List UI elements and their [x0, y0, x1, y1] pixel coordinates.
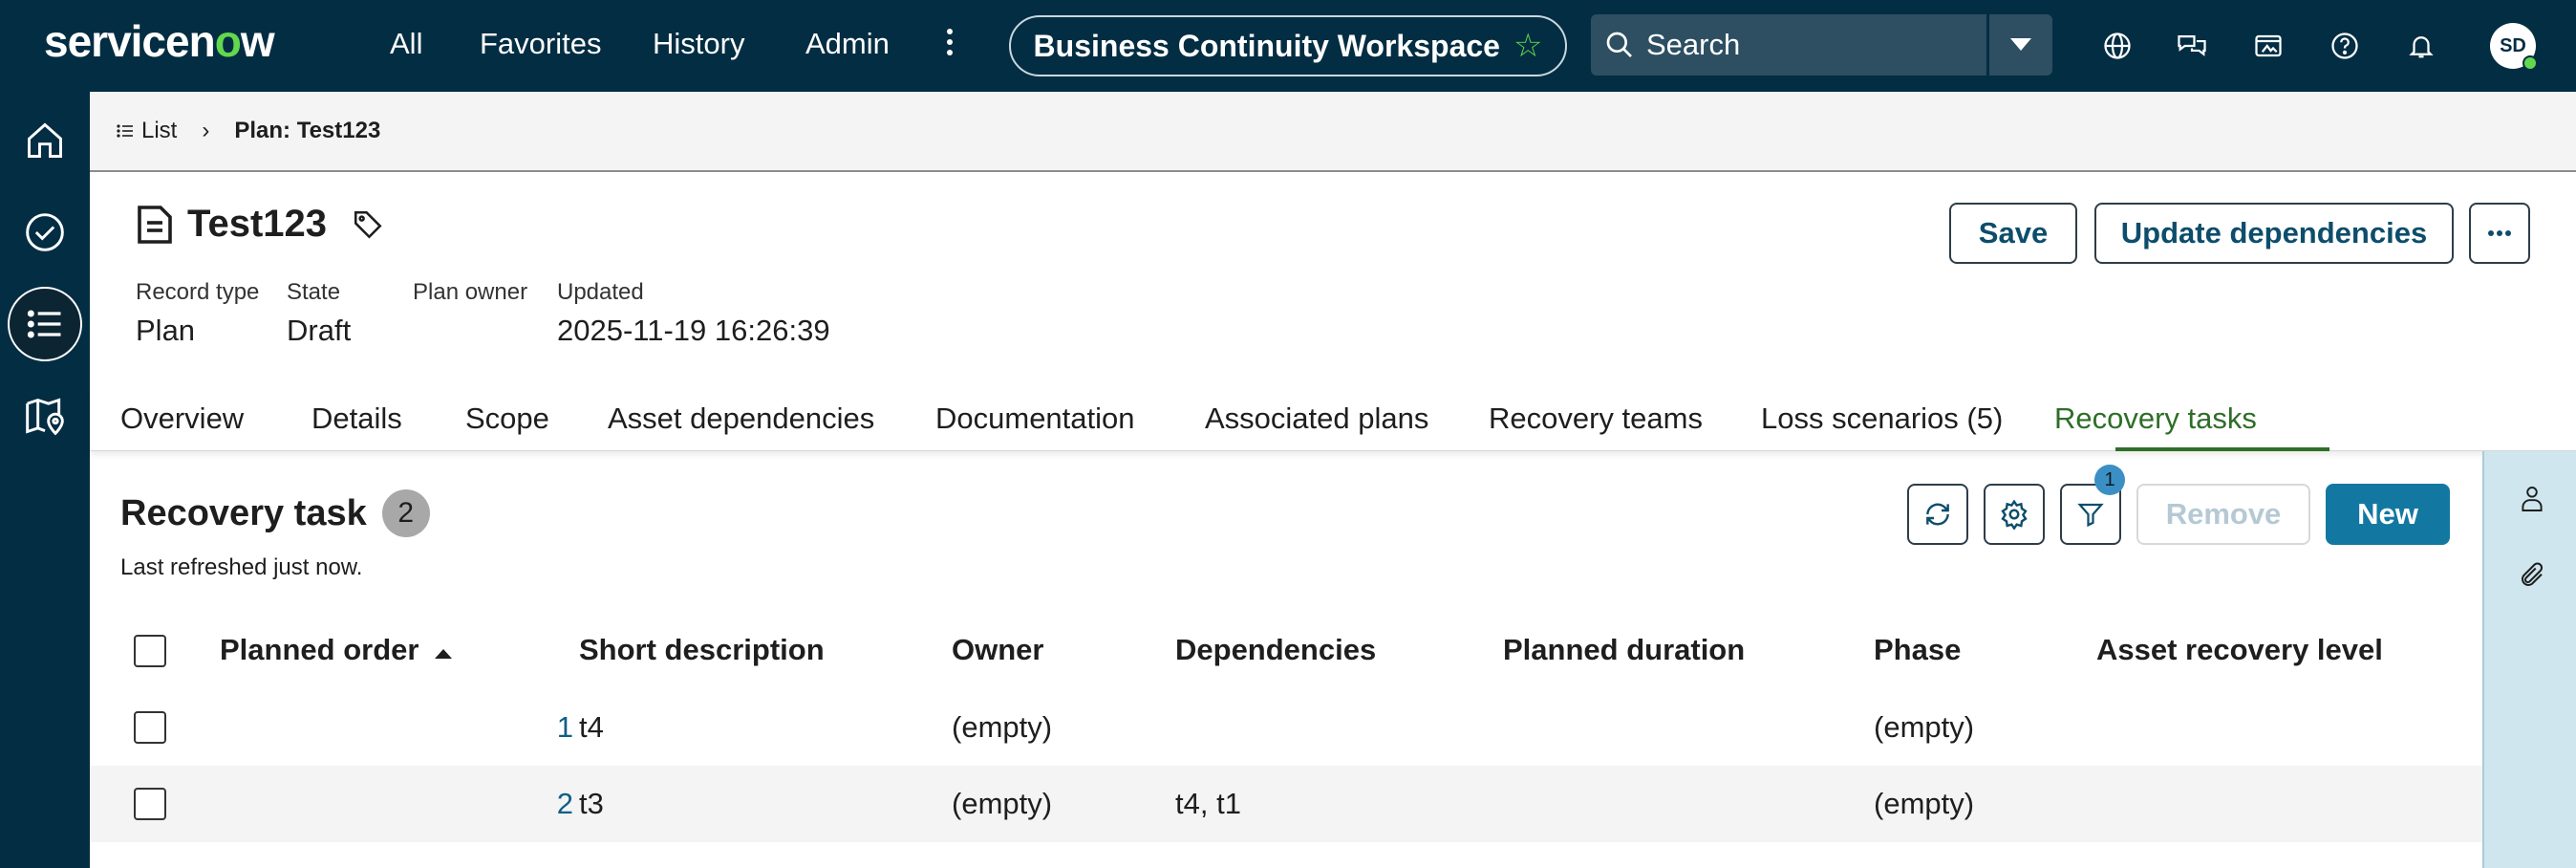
record-count-badge: 2: [381, 489, 430, 537]
paperclip-icon[interactable]: [2515, 558, 2549, 593]
caret-down-icon: [2010, 38, 2031, 51]
tab-recovery-tasks[interactable]: Recovery tasks: [2054, 401, 2257, 436]
left-navigation-rail: [0, 92, 90, 868]
column-header-planned-duration[interactable]: Planned duration: [1503, 633, 1745, 667]
list-icon: [117, 124, 133, 138]
top-navigation-bar: servicenow All Favorites History Admin B…: [0, 0, 2576, 92]
help-icon[interactable]: [2328, 29, 2362, 63]
column-header-asset-recovery-level[interactable]: Asset recovery level: [2096, 633, 2383, 667]
globe-icon[interactable]: [2100, 29, 2135, 63]
short-description-cell: t3: [579, 787, 604, 820]
phase-cell: (empty): [1874, 710, 1975, 744]
more-actions-button[interactable]: [2469, 203, 2530, 264]
avatar-initials: SD: [2500, 34, 2526, 56]
field-label-plan-owner: Plan owner: [413, 279, 528, 305]
new-button[interactable]: New: [2326, 484, 2450, 545]
nav-favorites[interactable]: Favorites: [480, 27, 601, 61]
field-label-record-type: Record type: [136, 279, 260, 305]
document-icon: [138, 205, 172, 244]
nav-admin[interactable]: Admin: [805, 27, 890, 61]
refresh-icon: [1926, 503, 1949, 526]
related-list-header: Recovery task 2: [120, 489, 430, 537]
tab-asset-dependencies[interactable]: Asset dependencies: [608, 401, 874, 436]
tab-loss-scenarios[interactable]: Loss scenarios (5): [1761, 401, 2003, 436]
planned-order-link[interactable]: 1: [462, 710, 573, 745]
column-header-owner[interactable]: Owner: [952, 633, 1043, 667]
tab-documentation[interactable]: Documentation: [935, 401, 1135, 436]
tab-associated-plans[interactable]: Associated plans: [1205, 401, 1428, 436]
field-value-updated: 2025-11-19 16:26:39: [557, 314, 830, 347]
record-title-row: Test123: [136, 203, 384, 246]
global-search: [1591, 14, 1986, 76]
search-input[interactable]: [1646, 28, 1962, 62]
home-icon[interactable]: [8, 103, 82, 178]
refresh-button[interactable]: [1907, 484, 1968, 545]
media-icon[interactable]: [2251, 29, 2286, 63]
save-button[interactable]: Save: [1949, 203, 2077, 264]
tag-icon[interactable]: [352, 208, 384, 241]
last-refreshed-text: Last refreshed just now.: [120, 554, 363, 580]
user-avatar[interactable]: SD: [2490, 23, 2538, 71]
tab-recovery-teams[interactable]: Recovery teams: [1489, 401, 1703, 436]
presence-dot: [2522, 55, 2538, 71]
person-icon[interactable]: [2515, 482, 2549, 516]
gear-icon: [2001, 499, 2028, 530]
field-value-state: Draft: [287, 314, 352, 347]
tab-details[interactable]: Details: [311, 401, 402, 436]
record-title: Test123: [187, 203, 328, 245]
active-tab-indicator: [2115, 447, 2329, 451]
owner-cell: (empty): [952, 787, 1053, 820]
contextual-side-panel: [2482, 451, 2576, 868]
short-description-cell: t4: [579, 710, 604, 744]
tab-overview[interactable]: Overview: [120, 401, 244, 436]
list-settings-button[interactable]: [1984, 484, 2045, 545]
filter-count-badge: 1: [2094, 465, 2125, 495]
breadcrumb: List › Plan: Test123: [90, 92, 2576, 172]
field-value-record-type: Plan: [136, 314, 196, 347]
field-label-updated: Updated: [557, 279, 644, 305]
more-menu-icon[interactable]: [944, 29, 955, 63]
table-row: 1 t4 (empty) (empty): [90, 689, 2482, 766]
dependencies-cell: t4, t1: [1175, 787, 1241, 820]
table-row: 2 t3 (empty) t4, t1 (empty): [90, 766, 2482, 842]
column-header-dependencies[interactable]: Dependencies: [1175, 633, 1376, 667]
nav-history[interactable]: History: [653, 27, 744, 61]
chevron-right-icon: ›: [202, 118, 210, 143]
column-header-short-description[interactable]: Short description: [579, 633, 825, 667]
row-checkbox[interactable]: [134, 711, 166, 744]
chat-icon[interactable]: [2175, 29, 2209, 63]
breadcrumb-list-label: List: [141, 118, 178, 143]
field-label-state: State: [287, 279, 341, 305]
workspace-name: Business Continuity Workspace: [1033, 28, 1500, 63]
search-icon: [1606, 32, 1632, 57]
nav-all[interactable]: All: [390, 27, 422, 61]
workspace-switcher[interactable]: Business Continuity Workspace ☆: [1009, 15, 1567, 76]
favorite-star-icon[interactable]: ☆: [1513, 27, 1542, 65]
remove-button[interactable]: Remove: [2136, 484, 2310, 545]
related-list-title: Recovery task: [120, 492, 367, 533]
bell-icon[interactable]: [2404, 29, 2438, 63]
update-dependencies-button[interactable]: Update dependencies: [2094, 203, 2454, 264]
servicenow-logo[interactable]: servicenow: [44, 15, 275, 67]
owner-cell: (empty): [952, 710, 1053, 744]
map-pin-icon[interactable]: [8, 379, 82, 453]
tab-scope[interactable]: Scope: [465, 401, 549, 436]
row-checkbox[interactable]: [134, 788, 166, 820]
record-tabs: Overview Details Scope Asset dependencie…: [90, 392, 2576, 451]
phase-cell: (empty): [1874, 787, 1975, 820]
breadcrumb-list-link[interactable]: List: [117, 118, 177, 144]
ellipsis-icon: [2488, 230, 2511, 236]
filter-icon: [2077, 503, 2104, 528]
sort-ascending-icon: [435, 649, 453, 659]
column-header-planned-order[interactable]: Planned order: [220, 633, 453, 667]
breadcrumb-current: Plan: Test123: [234, 118, 381, 143]
column-header-phase[interactable]: Phase: [1874, 633, 1961, 667]
list-icon[interactable]: [8, 287, 82, 361]
search-scope-dropdown[interactable]: [1989, 14, 2052, 76]
planned-order-link[interactable]: 2: [462, 787, 573, 821]
check-circle-icon[interactable]: [8, 195, 82, 270]
select-all-checkbox[interactable]: [134, 635, 166, 667]
